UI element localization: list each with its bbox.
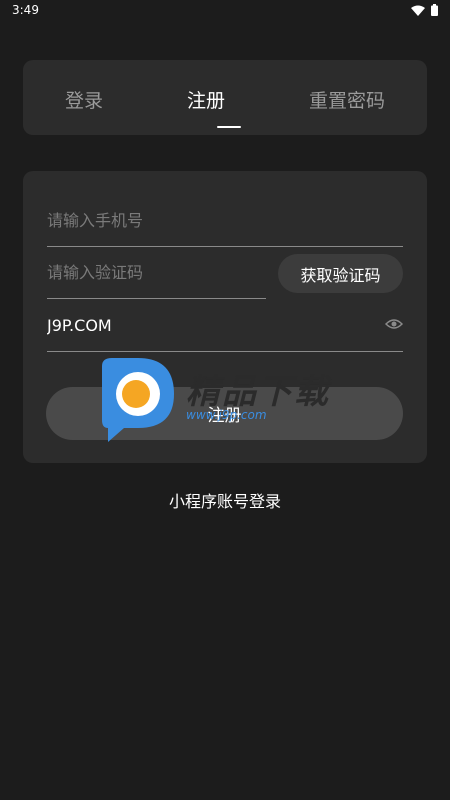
watermark-url: www.j9p.com — [186, 408, 267, 422]
status-time: 3:49 — [12, 3, 39, 17]
tab-login[interactable]: 登录 — [65, 86, 103, 113]
get-code-button[interactable]: 获取验证码 — [278, 254, 403, 293]
battery-icon — [431, 4, 438, 16]
phone-input[interactable] — [47, 194, 403, 246]
verification-code-input[interactable] — [47, 246, 266, 298]
status-icons — [411, 4, 438, 16]
phone-field — [47, 194, 403, 247]
mini-program-login-link[interactable]: 小程序账号登录 — [0, 488, 450, 512]
eye-icon[interactable] — [385, 317, 403, 331]
wifi-icon — [411, 5, 425, 16]
tab-register[interactable]: 注册 — [187, 86, 225, 113]
watermark-title: 精品下载 — [186, 372, 330, 412]
tab-reset-password[interactable]: 重置密码 — [309, 86, 385, 113]
status-bar: 3:49 — [0, 0, 450, 22]
watermark-p-icon — [102, 358, 174, 442]
password-input[interactable] — [47, 299, 403, 351]
watermark-logo: 精品下载 www.j9p.com — [98, 356, 358, 446]
auth-tabs: 登录 注册 重置密码 — [23, 60, 427, 135]
password-field — [47, 299, 403, 352]
code-field — [47, 246, 266, 299]
active-tab-indicator — [217, 126, 241, 128]
